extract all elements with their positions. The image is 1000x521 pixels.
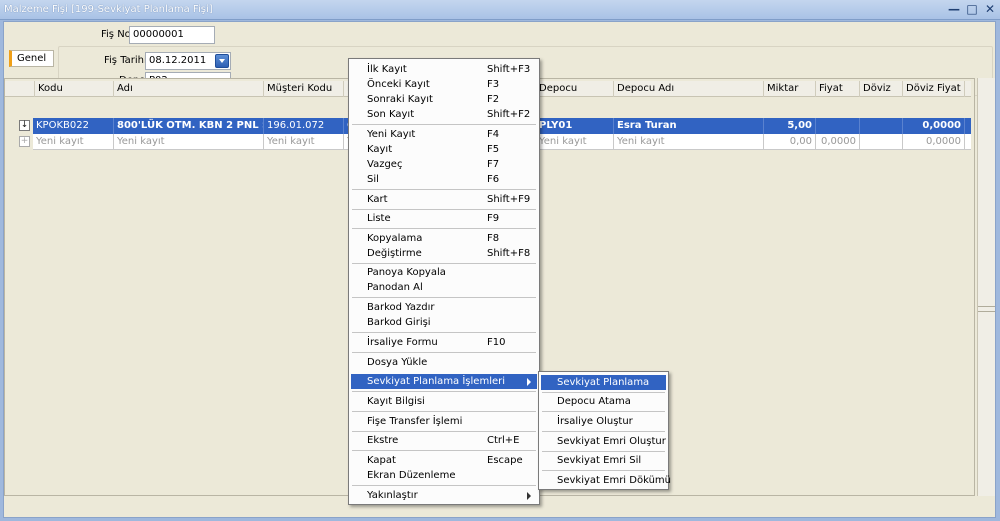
menu-separator [352,391,536,392]
col-depocu[interactable]: Depocu [536,81,614,97]
menu-separator [542,392,665,393]
menu-item-kart[interactable]: Kart Shift+F9 [351,192,537,207]
menu-separator [352,431,536,432]
grid-header-indicator [5,81,35,97]
cell-depocu: PLY01 [536,118,614,134]
menu-item-ekstre[interactable]: Ekstre Ctrl+E [351,433,537,448]
fis-no-field[interactable]: 00000001 [129,26,215,44]
menu-item-kopyalama[interactable]: Kopyalama F8 [351,231,537,246]
menu-item-panodan-al[interactable]: Panodan Al [351,280,537,295]
menu-item-irsaliye-formu[interactable]: İrsaliye Formu F10 [351,335,537,350]
menu-item-kayit-bilgisi[interactable]: Kayıt Bilgisi [351,394,537,409]
vertical-scrollbar[interactable] [977,78,995,496]
cell-adi: 800'LÜK OTM. KBN 2 PNL SAĞA T [114,118,264,134]
menu-item-sil[interactable]: Sil F6 [351,172,537,187]
cell-musteri: 196.01.072 [264,118,344,134]
menu-item-barkod-yazdir[interactable]: Barkod Yazdır [351,300,537,315]
window-titlebar: Malzeme Fişi [199-Sevkiyat Planlama Fişi… [0,0,1000,20]
menu-item-onceki-kayit[interactable]: Önceki Kayıt F3 [351,77,537,92]
menu-item-yakinlastir[interactable]: Yakınlaştır [351,488,537,503]
menu-item-yeni-kayit[interactable]: Yeni Kayıt F4 [351,127,537,142]
menu-separator [352,228,536,229]
col-depocu-adi[interactable]: Depocu Adı [614,81,764,97]
menu-item-barkod-girisi[interactable]: Barkod Girişi [351,315,537,330]
submenu-item-sevkiyat-emri-dokumu[interactable]: Sevkiyat Emri Dökümü [541,473,671,488]
row-expand-icon[interactable]: ↓ [19,120,30,131]
menu-item-ekran-duzenleme[interactable]: Ekran Düzenleme [351,468,537,483]
col-fiyat[interactable]: Fiyat [816,81,860,97]
scrollbar-divider [978,311,995,312]
col-doviz-fiyat[interactable]: Döviz Fiyat [903,81,965,97]
fis-tarihi-value: 08.12.2011 [149,55,207,66]
fis-no-label: Fiş No [101,29,131,40]
menu-separator [542,451,665,452]
submenu-item-depocu-atama[interactable]: Depocu Atama [541,394,666,409]
tab-genel[interactable]: Genel [9,50,54,67]
menu-item-kayit[interactable]: Kayıt F5 [351,142,537,157]
restore-icon[interactable]: □ [964,2,980,17]
cell-miktar: 5,00 [764,118,816,134]
menu-item-liste[interactable]: Liste F9 [351,211,537,226]
cell-adi: Yeni kayıt [114,134,264,150]
menu-separator [542,470,665,471]
submenu-sevkiyat: Sevkiyat Planlama Depocu Atama İrsaliye … [538,371,671,490]
new-row-icon: + [19,136,30,147]
scrollbar-divider [978,306,995,307]
submenu-item-sevkiyat-emri-olustur[interactable]: Sevkiyat Emri Oluştur [541,434,666,449]
menu-separator [352,124,536,125]
cell-kodu: Yeni kayıt [33,134,114,150]
fis-tarihi-label: Fiş Tarihi [104,55,147,66]
menu-item-sonraki-kayit[interactable]: Sonraki Kayıt F2 [351,92,537,107]
menu-item-panoya-kopyala[interactable]: Panoya Kopyala [351,265,537,280]
menu-item-kapat[interactable]: Kapat Escape [351,453,537,468]
col-kodu[interactable]: Kodu [35,81,114,97]
cell-miktar: 0,00 [764,134,816,150]
menu-separator [352,209,536,210]
menu-separator [542,431,665,432]
cell-depocu: Yeni kayıt [536,134,614,150]
cell-doviz [860,118,903,134]
menu-separator [352,411,536,412]
menu-separator [352,450,536,451]
menu-separator [352,297,536,298]
menu-item-dosya-yukle[interactable]: Dosya Yükle [351,355,537,370]
col-miktar[interactable]: Miktar [764,81,816,97]
menu-item-son-kayit[interactable]: Son Kayıt Shift+F2 [351,107,537,122]
submenu-arrow-icon [527,492,531,500]
cell-doviz-fiyat: 0,0000 [903,134,965,150]
cell-fiyat [816,118,860,134]
submenu-item-sevkiyat-planlama[interactable]: Sevkiyat Planlama [541,375,666,390]
menu-item-vazgec[interactable]: Vazgeç F7 [351,157,537,172]
col-musteri-kodu[interactable]: Müşteri Kodu [264,81,344,97]
menu-separator [352,263,536,264]
context-menu: İlk Kayıt Shift+F3 Önceki Kayıt F3 Sonraki… [348,58,540,505]
cell-kodu: KPOKB022 [33,118,114,134]
minimize-icon[interactable]: — [946,2,962,17]
submenu-arrow-icon [527,378,531,386]
col-doviz[interactable]: Döviz [860,81,903,97]
menu-separator [352,332,536,333]
close-icon[interactable]: ✕ [982,2,998,17]
col-adi[interactable]: Adı [114,81,264,97]
submenu-item-sevkiyat-emri-sil[interactable]: Sevkiyat Emri Sil [541,453,666,468]
menu-separator [352,352,536,353]
cell-depocu-adi: Yeni kayıt [614,134,764,150]
cell-musteri: Yeni kayıt [264,134,344,150]
window-title: Malzeme Fişi [199-Sevkiyat Planlama Fişi… [4,4,213,15]
cell-depocu-adi: Esra Turan [614,118,764,134]
menu-item-degistirme[interactable]: Değiştirme Shift+F8 [351,246,537,261]
menu-separator [542,411,665,412]
menu-item-sevkiyat-planlama-islemleri[interactable]: Sevkiyat Planlama İşlemleri [351,374,537,389]
menu-item-ilk-kayit[interactable]: İlk Kayıt Shift+F3 [351,62,537,77]
menu-item-fise-transfer-islemi[interactable]: Fişe Transfer İşlemi [351,414,537,429]
cell-doviz [860,134,903,150]
cell-fiyat: 0,0000 [816,134,860,150]
dropdown-arrow-icon[interactable] [215,54,229,68]
fis-tarihi-field[interactable]: 08.12.2011 [145,52,231,70]
menu-separator [352,485,536,486]
submenu-item-irsaliye-olustur[interactable]: İrsaliye Oluştur [541,414,666,429]
cell-doviz-fiyat: 0,0000 [903,118,965,134]
menu-separator [352,189,536,190]
